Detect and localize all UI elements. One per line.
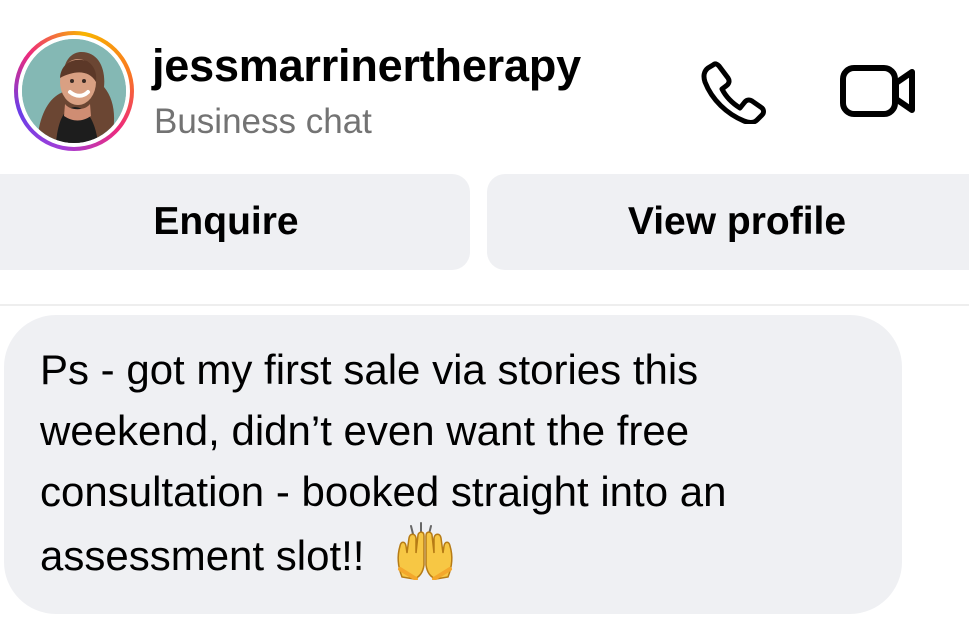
raising-hands-icon <box>397 522 453 580</box>
avatar <box>22 39 126 143</box>
enquire-button[interactable]: Enquire <box>0 174 470 270</box>
business-chat-label: Business chat <box>154 102 372 141</box>
profile-photo-icon <box>22 39 126 143</box>
video-call-button[interactable] <box>837 50 919 132</box>
raising-hands-emoji <box>392 522 458 580</box>
chat-header: jessmarrinertherapy Business chat <box>0 0 969 170</box>
view-profile-button[interactable]: View profile <box>487 174 969 270</box>
avatar-border <box>18 35 130 147</box>
video-camera-icon <box>840 65 915 117</box>
profile-avatar-ring[interactable] <box>14 31 134 151</box>
phone-icon <box>701 61 766 124</box>
chat-username[interactable]: jessmarrinertherapy <box>152 38 581 94</box>
message-text: Ps - got my first sale via stories this … <box>40 346 727 579</box>
business-chat-screen: jessmarrinertherapy Business chat Enquir… <box>0 0 969 628</box>
received-message-bubble[interactable]: Ps - got my first sale via stories this … <box>4 315 902 614</box>
header-divider <box>0 304 969 306</box>
voice-call-button[interactable] <box>693 50 775 132</box>
message-content: Ps - got my first sale via stories this … <box>40 339 870 586</box>
